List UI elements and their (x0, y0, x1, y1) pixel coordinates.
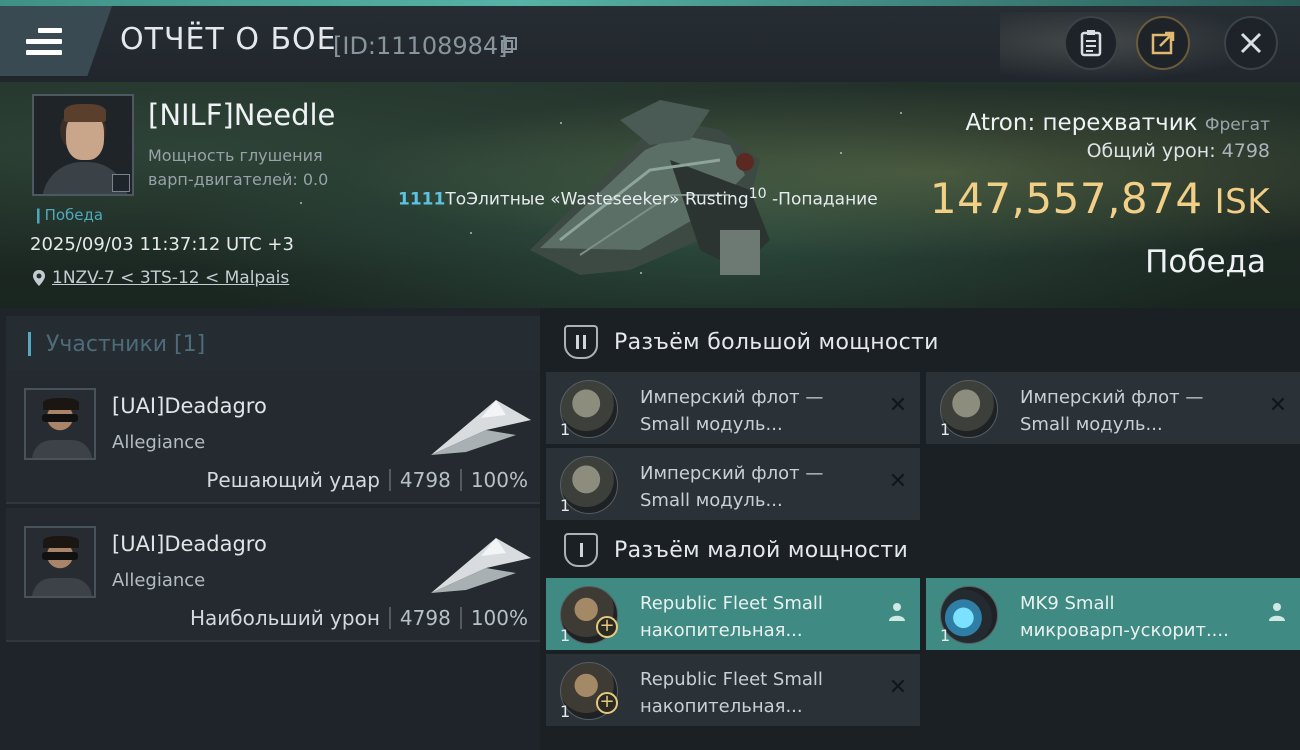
module-item[interactable]: 1 Имперский флот — Small модуль... ✕ (546, 372, 920, 444)
page-title: ОТЧЁТ О БОЕ (120, 22, 337, 57)
module-item[interactable]: 1 Имперский флот — Small модуль... ✕ (926, 372, 1300, 444)
victim-name[interactable]: [NILF]Needle (148, 98, 335, 132)
module-item[interactable]: 1 MK9 Small микроварп-ускорит.... (926, 578, 1300, 650)
module-name: Republic Fleet Small накопительная... (640, 669, 823, 717)
dropped-person-icon (1269, 603, 1285, 621)
participant-name: [UAI]Deadagro (112, 394, 267, 418)
close-button[interactable] (1224, 16, 1278, 70)
menu-icon (26, 28, 62, 61)
isk-value: 147,557,874 ISK (929, 174, 1270, 223)
total-damage: Общий урон: 4798 (1086, 140, 1270, 162)
participant-alliance: Allegiance (112, 432, 206, 453)
participants-header[interactable]: Участники [1] (6, 316, 540, 372)
kill-datetime: 2025/09/03 11:37:12 UTC +3 (30, 234, 294, 255)
high-slot-icon (564, 325, 598, 359)
plus-icon: + (596, 616, 618, 638)
ship-class: Фрегат (1204, 115, 1270, 135)
fitting-panel: Разъём большой мощности 1 Имперский флот… (540, 308, 1300, 750)
dropped-person-icon (889, 603, 905, 621)
report-id: [ID:11108984] (333, 32, 508, 60)
share-icon (1151, 31, 1175, 55)
module-item[interactable]: + 1 Republic Fleet Small накопительная...… (546, 654, 920, 726)
high-slot-header: Разъём большой мощности (546, 310, 1300, 374)
warp-disruption-label: Мощность глушения варп-двигателей: 0.0 (148, 146, 329, 189)
copy-icon[interactable] (500, 36, 518, 54)
module-item[interactable]: 1 Имперский флот — Small модуль... ✕ (546, 448, 920, 520)
close-icon (1240, 32, 1262, 54)
participant-name: [UAI]Deadagro (112, 532, 267, 556)
location-pin-icon (33, 270, 45, 286)
low-slot-header: Разъём малой мощности (546, 518, 1300, 582)
kill-location[interactable]: 1NZV-7 < 3TS-12 < Malpais (32, 268, 289, 288)
participant-stats: Наибольший урон 4798 100% (189, 606, 528, 630)
participant-row[interactable]: [UAI]Deadagro Allegiance Решающий удар 4… (6, 370, 540, 504)
avatar[interactable] (24, 388, 96, 460)
module-name: MK9 Small микроварп-ускорит.... (1020, 593, 1229, 641)
module-name: Republic Fleet Small накопительная... (640, 593, 823, 641)
module-name: Имперский флот — Small модуль... (1020, 387, 1204, 435)
participants-panel: Участники [1] [UAI]Deadagro Allegiance Р… (0, 308, 540, 750)
battle-result: Победа (1145, 244, 1266, 280)
destroyed-icon: ✕ (1268, 393, 1288, 418)
participant-alliance: Allegiance (112, 570, 206, 591)
location-link[interactable]: 1NZV-7 < 3TS-12 < Malpais (52, 268, 289, 288)
module-item[interactable]: + 1 Republic Fleet Small накопительная... (546, 578, 920, 650)
destroyed-icon: ✕ (888, 393, 908, 418)
kill-banner: [NILF]Needle Мощность глушения варп-двиг… (0, 82, 1300, 308)
module-name: Имперский флот — Small модуль... (640, 387, 824, 435)
module-name: Имперский флот — Small модуль... (640, 463, 824, 511)
victim-portrait[interactable] (32, 94, 134, 196)
clipboard-icon (1080, 30, 1102, 57)
participant-stats: Решающий удар 4798 100% (206, 468, 528, 492)
destroyed-icon: ✕ (888, 469, 908, 494)
victory-tag: ❙Победа (32, 206, 104, 224)
low-slot-icon (564, 533, 598, 567)
attacker-ship-icon (431, 538, 531, 593)
final-blow-info: 1111ТоЭлитные «Wasteseeker» Rusting10 -П… (398, 186, 878, 210)
victim-ship-name[interactable]: Atron: перехватчик Фрегат (966, 110, 1271, 136)
destroyed-icon: ✕ (888, 675, 908, 700)
clipboard-button[interactable] (1064, 16, 1118, 70)
avatar[interactable] (24, 526, 96, 598)
share-button[interactable] (1136, 16, 1190, 70)
plus-icon: + (596, 692, 618, 714)
attacker-ship-icon (431, 400, 531, 455)
participant-row[interactable]: [UAI]Deadagro Allegiance Наибольший урон… (6, 508, 540, 642)
